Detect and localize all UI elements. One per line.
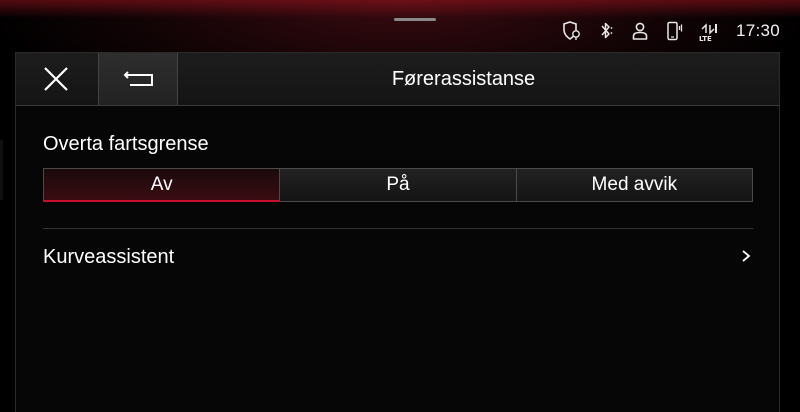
page-title: Førerassistanse bbox=[391, 67, 536, 90]
clock: 17:30 bbox=[735, 21, 780, 40]
chevron-right-icon bbox=[742, 250, 751, 262]
option-with-deviation[interactable]: Med avvik bbox=[516, 169, 752, 201]
phone-icon bbox=[664, 20, 684, 42]
option-label: Med avvik bbox=[591, 174, 678, 195]
close-button[interactable] bbox=[16, 53, 96, 105]
screen-background: LTE 17:30 Førerassistanse Overta fartsgr… bbox=[0, 0, 800, 412]
user-profile-icon bbox=[630, 20, 650, 42]
settings-panel: Førerassistanse Overta fartsgrense Av På… bbox=[15, 52, 780, 412]
speed-limit-label: Overta fartsgrense bbox=[43, 133, 209, 155]
speed-limit-selector: Av På Med avvik bbox=[43, 168, 753, 202]
top-glow bbox=[0, 0, 800, 18]
left-edge-marker bbox=[0, 140, 3, 200]
option-off[interactable]: Av bbox=[44, 169, 281, 202]
back-arrow-icon bbox=[123, 71, 153, 86]
location-shield-icon bbox=[562, 20, 582, 42]
status-bar: LTE 17:30 bbox=[562, 19, 780, 43]
close-icon bbox=[44, 67, 68, 91]
pull-down-handle[interactable] bbox=[394, 18, 436, 21]
panel-header: Førerassistanse bbox=[16, 53, 779, 106]
lte-signal-icon: LTE bbox=[698, 20, 720, 43]
list-item-curve-assist[interactable]: Kurveassistent bbox=[43, 238, 753, 276]
list-item-label: Kurveassistent bbox=[43, 245, 175, 268]
lte-label: LTE bbox=[698, 35, 712, 43]
option-label: Av bbox=[150, 174, 173, 195]
option-label: På bbox=[386, 174, 410, 195]
section-divider bbox=[43, 228, 753, 229]
bluetooth-icon bbox=[596, 20, 616, 42]
back-button[interactable] bbox=[98, 53, 178, 105]
option-on[interactable]: På bbox=[280, 169, 517, 201]
